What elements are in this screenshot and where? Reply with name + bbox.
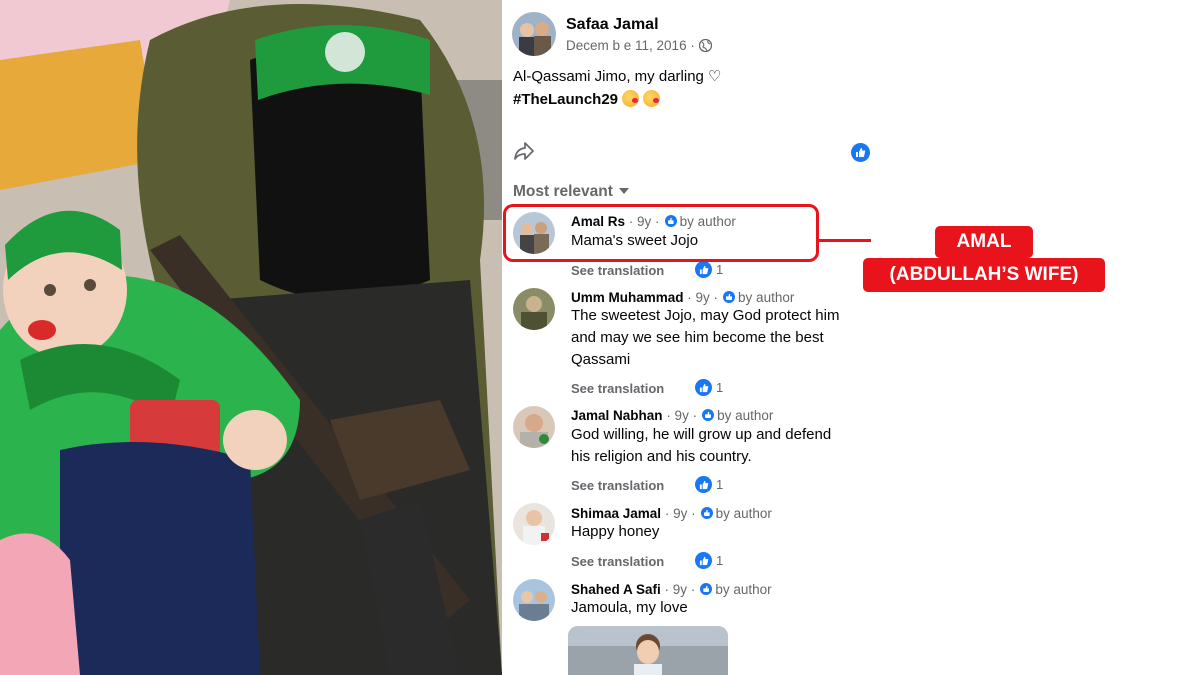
annotation-label: AMAL (ABDULLAH’S WIFE): [863, 226, 1105, 292]
post-text: Al-Qassami Jimo, my darling ♡ #TheLaunch…: [513, 65, 722, 111]
like-icon: [723, 291, 736, 303]
comment-time: · 9y ·: [687, 290, 719, 305]
like-icon: [695, 261, 712, 278]
highlight-box: [503, 204, 819, 262]
share-icon[interactable]: [513, 141, 535, 166]
post-author-name[interactable]: Safaa Jamal: [566, 16, 659, 34]
post-text-line: Al-Qassami Jimo, my darling ♡: [513, 68, 722, 85]
annotation-label-name: AMAL: [935, 226, 1033, 258]
commenter-name[interactable]: Shahed A Safi · 9y · by author: [571, 582, 772, 597]
like-icon: [695, 476, 712, 493]
reaction-count: 1: [716, 262, 724, 277]
see-translation-link[interactable]: See translation: [571, 263, 664, 278]
post-date[interactable]: Decem b e 11, 2016 ·: [566, 38, 712, 55]
reaction-count: 1: [716, 553, 724, 568]
by-author-badge: by author: [715, 582, 772, 597]
hashtag-link[interactable]: #TheLaunch29: [513, 91, 618, 108]
commenter-avatar[interactable]: [513, 503, 555, 545]
sort-label-text: Most relevant: [513, 183, 613, 200]
comment-text: Happy honey: [571, 523, 660, 540]
see-translation-link[interactable]: See translation: [571, 381, 664, 396]
like-icon: [695, 552, 712, 569]
see-translation-link[interactable]: See translation: [571, 478, 664, 493]
like-icon: [700, 507, 713, 519]
commenter-avatar[interactable]: [513, 288, 555, 330]
comment-reactions[interactable]: 1: [695, 476, 723, 493]
comment-reactions[interactable]: 1: [695, 552, 723, 569]
commenter-name-text: Jamal Nabhan: [571, 408, 663, 423]
like-icon: [702, 409, 715, 421]
comment-reactions[interactable]: 1: [695, 379, 723, 396]
author-avatar[interactable]: [512, 12, 556, 56]
by-author-badge: by author: [738, 290, 795, 305]
reaction-count: 1: [716, 477, 724, 492]
facebook-post: Safaa Jamal Decem b e 11, 2016 · Al-Qass…: [502, 0, 902, 675]
commenter-avatar[interactable]: [513, 406, 555, 448]
annotation-label-relation: (ABDULLAH’S WIFE): [863, 258, 1105, 292]
kiss-emoji-icon: [643, 90, 661, 107]
post-photo: [0, 0, 502, 675]
commenter-name[interactable]: Jamal Nabhan · 9y · by author: [571, 408, 773, 423]
comment-attached-photo[interactable]: [568, 626, 728, 675]
post-date-text: Decem b e 11, 2016 ·: [566, 38, 695, 53]
commenter-name[interactable]: Umm Muhammad · 9y · by author: [571, 290, 794, 305]
sort-comments-dropdown[interactable]: Most relevant: [513, 183, 629, 201]
by-author-badge: by author: [715, 506, 772, 521]
globe-icon: [698, 38, 712, 55]
like-icon: [695, 379, 712, 396]
commenter-avatar[interactable]: [513, 579, 555, 621]
see-translation-link[interactable]: See translation: [571, 554, 664, 569]
comment-reactions[interactable]: 1: [695, 261, 723, 278]
commenter-name-text: Shimaa Jamal: [571, 506, 662, 521]
comment-time: · 9y ·: [666, 408, 698, 423]
reaction-count: 1: [716, 380, 724, 395]
chevron-down-icon: [618, 188, 629, 194]
post-hashtag-row: #TheLaunch29: [513, 88, 722, 111]
comment-text: Jamoula, my love: [571, 599, 688, 616]
by-author-badge: by author: [717, 408, 774, 423]
comment-time: · 9y ·: [664, 506, 696, 521]
post-like-reaction-icon[interactable]: [851, 143, 870, 162]
comment-time: · 9y ·: [664, 582, 696, 597]
commenter-name-text: Umm Muhammad: [571, 290, 684, 305]
like-icon: [700, 583, 713, 595]
comment-text: God willing, he will grow up and defend …: [571, 426, 832, 465]
commenter-name-text: Shahed A Safi: [571, 582, 661, 597]
kiss-emoji-icon: [622, 90, 640, 107]
commenter-name[interactable]: Shimaa Jamal · 9y · by author: [571, 506, 772, 521]
comment-text: The sweetest Jojo, may God protect him a…: [571, 307, 840, 368]
